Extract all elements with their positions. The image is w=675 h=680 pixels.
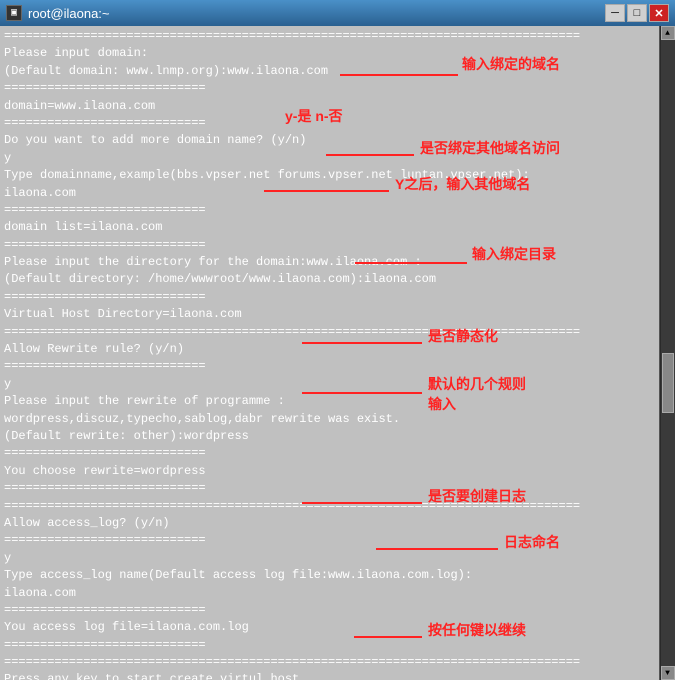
window-icon: ▣ <box>6 5 22 21</box>
titlebar-left: ▣ root@ilaona:~ <box>6 5 110 21</box>
minimize-button[interactable]: ─ <box>605 4 625 22</box>
window-controls: ─ □ ✕ <box>605 4 669 22</box>
maximize-button[interactable]: □ <box>627 4 647 22</box>
scrollbar[interactable]: ▲ ▼ <box>659 26 675 680</box>
window-title: root@ilaona:~ <box>28 6 110 21</box>
scroll-up-button[interactable]: ▲ <box>661 26 675 40</box>
terminal-window: ▣ root@ilaona:~ ─ □ ✕ ==================… <box>0 0 675 680</box>
scroll-thumb[interactable] <box>662 353 674 413</box>
main-area: ========================================… <box>0 26 675 680</box>
scroll-down-button[interactable]: ▼ <box>661 666 675 680</box>
terminal-output: ========================================… <box>4 28 655 680</box>
scroll-track[interactable] <box>661 40 675 666</box>
terminal-content[interactable]: ========================================… <box>0 26 659 680</box>
titlebar: ▣ root@ilaona:~ ─ □ ✕ <box>0 0 675 26</box>
close-button[interactable]: ✕ <box>649 4 669 22</box>
